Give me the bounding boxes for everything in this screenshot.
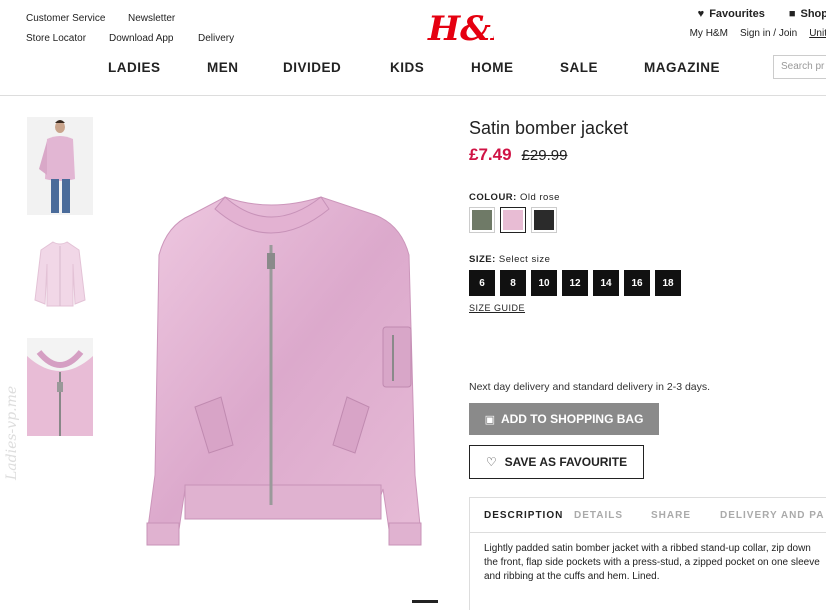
colour-label-row: COLOUR: Old rose — [469, 192, 560, 203]
save-favourite-label: SAVE AS FAVOURITE — [504, 455, 628, 469]
size-label: SIZE: — [469, 254, 496, 265]
download-app-link[interactable]: Download App — [109, 33, 198, 44]
tab-delivery[interactable]: DELIVERY AND PA — [720, 510, 824, 521]
shopping-bag-link[interactable]: ■ Shop — [789, 8, 826, 20]
nav-sale[interactable]: SALE — [560, 60, 644, 75]
swatch-black[interactable] — [531, 207, 557, 233]
size-label-row: SIZE: Select size — [469, 254, 550, 265]
sale-price: £7.49 — [469, 145, 512, 164]
size-guide-link[interactable]: SIZE GUIDE — [469, 303, 525, 313]
nav-home[interactable]: HOME — [471, 60, 560, 75]
swatch-khaki[interactable] — [469, 207, 495, 233]
delivery-link[interactable]: Delivery — [198, 33, 234, 44]
hm-logo[interactable]: H&M — [424, 4, 494, 48]
delivery-note: Next day delivery and standard delivery … — [469, 381, 711, 393]
original-price: £29.99 — [521, 147, 568, 164]
size-option[interactable]: 14 — [593, 270, 619, 296]
account-links: ♥ Favourites ■ Shop My H&M Sign in / Joi… — [690, 6, 826, 44]
utility-links: Customer Service Newsletter Store Locato… — [26, 8, 234, 48]
tab-description[interactable]: DESCRIPTION — [470, 510, 574, 521]
unit-link[interactable]: Unit — [809, 28, 826, 39]
tab-details[interactable]: DETAILS — [574, 510, 651, 521]
size-option[interactable]: 8 — [500, 270, 526, 296]
nav-divided[interactable]: DIVIDED — [283, 60, 390, 75]
add-to-bag-label: ADD TO SHOPPING BAG — [500, 412, 644, 426]
store-locator-link[interactable]: Store Locator — [26, 33, 109, 44]
product-main-image[interactable] — [125, 175, 445, 585]
nav-kids[interactable]: KIDS — [390, 60, 471, 75]
bag-icon: ■ — [788, 8, 796, 20]
nav-men[interactable]: MEN — [207, 60, 283, 75]
watermark-text: Ladies-vp.me — [4, 385, 20, 480]
size-option[interactable]: 12 — [562, 270, 588, 296]
header-divider — [0, 95, 826, 96]
favourites-label: Favourites — [709, 8, 765, 20]
size-option[interactable]: 6 — [469, 270, 495, 296]
bag-icon: ▣ — [484, 413, 495, 426]
description-text: Lightly padded satin bomber jacket with … — [469, 533, 826, 610]
size-option[interactable]: 16 — [624, 270, 650, 296]
favourites-link[interactable]: ♥ Favourites — [698, 8, 765, 20]
newsletter-link[interactable]: Newsletter — [128, 13, 175, 24]
thumbnail-model[interactable] — [27, 117, 93, 215]
search-input[interactable]: Search pr — [773, 55, 826, 79]
colour-swatches — [469, 207, 557, 233]
heart-outline-icon: ♡ — [485, 455, 497, 469]
size-value: Select size — [498, 254, 551, 265]
nav-ladies[interactable]: LADIES — [108, 60, 207, 75]
info-tabs: DESCRIPTION DETAILS SHARE DELIVERY AND P… — [469, 497, 826, 533]
main-nav: LADIES MEN DIVIDED KIDS HOME SALE MAGAZI… — [108, 60, 720, 75]
size-option[interactable]: 10 — [531, 270, 557, 296]
colour-label: COLOUR: — [469, 192, 517, 203]
size-option[interactable]: 18 — [655, 270, 681, 296]
add-to-bag-button[interactable]: ▣ ADD TO SHOPPING BAG — [469, 403, 659, 435]
thumbnail-flat[interactable] — [27, 236, 93, 314]
save-favourite-button[interactable]: ♡ SAVE AS FAVOURITE — [469, 445, 644, 479]
customer-service-link[interactable]: Customer Service — [26, 13, 128, 24]
heart-icon: ♥ — [697, 8, 705, 20]
price: £7.49 £29.99 — [469, 145, 567, 165]
my-hm-link[interactable]: My H&M — [690, 28, 728, 39]
size-options: 6 8 10 12 14 16 18 — [469, 270, 681, 296]
nav-magazine[interactable]: MAGAZINE — [644, 60, 720, 75]
product-title: Satin bomber jacket — [469, 118, 629, 138]
image-indicator — [412, 600, 438, 603]
colour-value: Old rose — [519, 192, 560, 203]
swatch-old-rose[interactable] — [500, 207, 526, 233]
sign-in-link[interactable]: Sign in / Join — [740, 28, 797, 39]
shopping-bag-label: Shop — [800, 8, 826, 20]
logo-text: H&M — [427, 9, 494, 48]
tab-share[interactable]: SHARE — [651, 510, 720, 521]
thumbnail-detail[interactable] — [27, 338, 93, 436]
